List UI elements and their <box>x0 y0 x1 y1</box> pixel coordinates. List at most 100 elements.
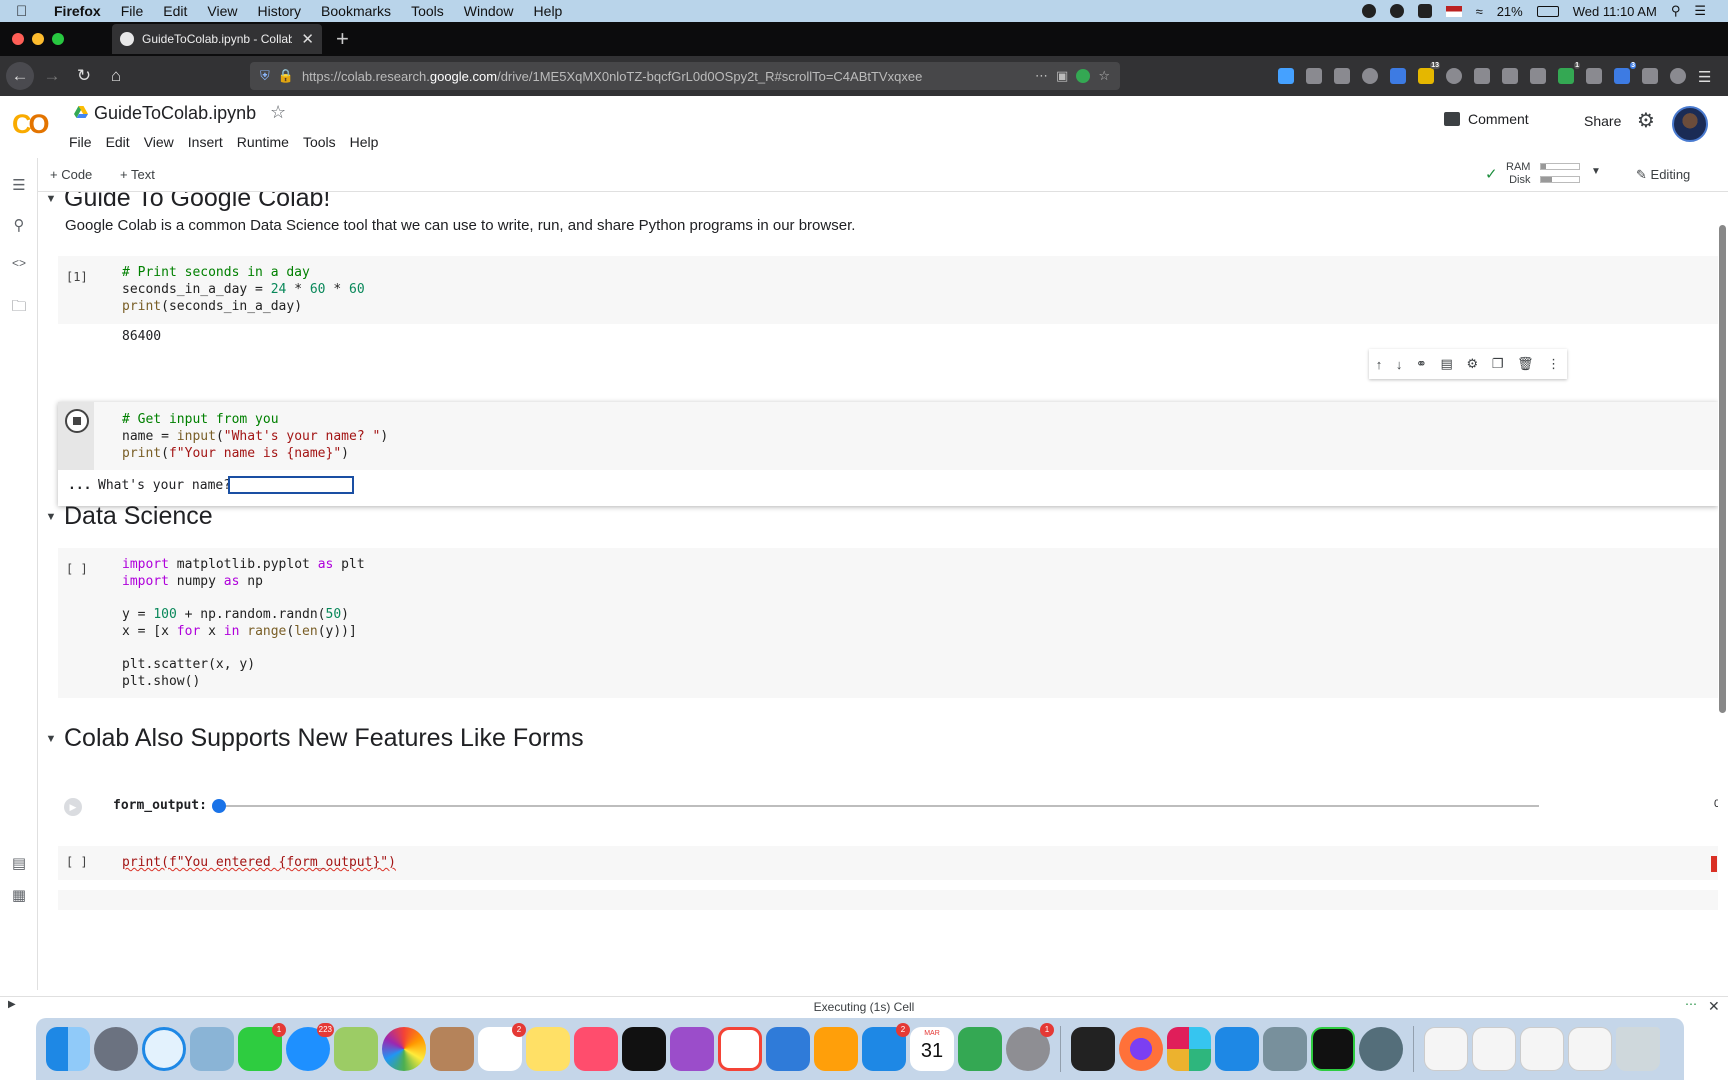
extension-cloud-icon[interactable] <box>1474 68 1490 84</box>
code-cell-scatter[interactable]: [ ] import matplotlib.pyplot as plt impo… <box>58 548 1718 698</box>
music-icon[interactable] <box>574 1027 618 1071</box>
menubar-bookmarks[interactable]: Bookmarks <box>321 3 391 19</box>
browser-tab-active[interactable]: GuideToColab.ipynb - Collabora ✕ <box>112 24 322 54</box>
form-slider-track[interactable] <box>219 805 1539 807</box>
maps-icon[interactable] <box>334 1027 378 1071</box>
messages-icon[interactable]: 223 <box>286 1027 330 1071</box>
colab-menu-help[interactable]: Help <box>350 134 379 150</box>
google-drive-icon[interactable] <box>74 106 88 118</box>
notebook-scrollbar[interactable] <box>1719 225 1726 713</box>
document-chart-icon[interactable] <box>1520 1027 1564 1071</box>
extension-green-icon[interactable] <box>1076 69 1090 83</box>
us-flag-icon[interactable] <box>1446 6 1462 17</box>
command-palette-icon[interactable]: ▤ <box>10 854 28 872</box>
add-comment-icon[interactable]: ▤ <box>1441 356 1453 372</box>
gear-icon[interactable]: ⚙ <box>1637 108 1655 133</box>
mirror-cell-icon[interactable]: ❐ <box>1492 356 1504 372</box>
pocket-icon[interactable]: ▣ <box>1056 68 1068 84</box>
colab-menu-insert[interactable]: Insert <box>188 134 223 150</box>
system-preferences-icon[interactable]: 1 <box>1006 1027 1050 1071</box>
name-input[interactable] <box>228 476 354 494</box>
extension-fd-icon[interactable] <box>1586 68 1602 84</box>
bookmark-star-icon[interactable]: ☆ <box>1098 68 1110 84</box>
collapse-section-icon[interactable]: ▼ <box>38 511 64 523</box>
table-of-contents-icon[interactable]: ☰ <box>10 176 28 194</box>
star-icon[interactable]: ☆ <box>270 102 286 123</box>
intro-text-cell[interactable]: Google Colab is a common Data Science to… <box>65 217 855 234</box>
colab-menu-file[interactable]: File <box>69 134 92 150</box>
code-cell-partial[interactable] <box>58 890 1718 910</box>
colab-menu-view[interactable]: View <box>144 134 174 150</box>
execution-status[interactable]: Executing (1s) Cell <box>0 1000 1728 1014</box>
trash-icon[interactable] <box>1616 1027 1660 1071</box>
run-cell-play-icon[interactable]: ▶ <box>64 798 82 816</box>
add-code-cell-button[interactable]: + Code <box>50 167 92 182</box>
spotlight-search-icon[interactable]: ⚲ <box>1671 3 1681 19</box>
files-folder-icon[interactable]: 🗀 <box>10 296 28 314</box>
safari-icon[interactable] <box>142 1027 186 1071</box>
colab-menu-edit[interactable]: Edit <box>106 134 130 150</box>
menubar-help[interactable]: Help <box>534 3 563 19</box>
extension-circle-icon[interactable] <box>1446 68 1462 84</box>
code-cell-seconds[interactable]: [1] # Print seconds in a day seconds_in_… <box>58 256 1718 324</box>
interrupt-execution-button[interactable] <box>65 409 89 433</box>
podcasts-icon[interactable] <box>670 1027 714 1071</box>
colab-menu-runtime[interactable]: Runtime <box>237 134 289 150</box>
pages-icon[interactable] <box>814 1027 858 1071</box>
app-store-icon[interactable]: 2 <box>862 1027 906 1071</box>
airplay-icon[interactable] <box>1418 4 1432 18</box>
account-icon[interactable] <box>1362 68 1378 84</box>
firefox-icon[interactable] <box>1119 1027 1163 1071</box>
url-bar[interactable]: ⛨ 🔒 https://colab.research.google.com/dr… <box>250 62 1120 90</box>
close-window-button[interactable] <box>12 33 24 45</box>
back-arrow-icon[interactable]: ← <box>6 62 34 90</box>
vscode-icon[interactable] <box>1215 1027 1259 1071</box>
hamburger-menu-icon[interactable]: ☰ <box>1698 68 1714 84</box>
apple-tv-icon[interactable] <box>622 1027 666 1071</box>
more-options-icon[interactable]: ⋮ <box>1547 356 1560 372</box>
notes-icon[interactable] <box>526 1027 570 1071</box>
preview-icon[interactable] <box>190 1027 234 1071</box>
terminal-app-icon[interactable] <box>1071 1027 1115 1071</box>
wifi-icon[interactable]: ≈ <box>1476 4 1483 19</box>
forward-arrow-icon[interactable]: → <box>38 62 66 90</box>
code-cell-print-form[interactable]: [ ] print(f"You entered {form_output}") <box>58 846 1718 880</box>
facetime-icon[interactable]: 1 <box>238 1027 282 1071</box>
extension-blue-icon[interactable]: 3 <box>1614 68 1630 84</box>
minimize-window-button[interactable] <box>32 33 44 45</box>
cell-settings-gear-icon[interactable]: ⚙ <box>1466 356 1478 372</box>
new-tab-icon[interactable]: + <box>336 26 349 52</box>
colab-menu-tools[interactable]: Tools <box>303 134 336 150</box>
image-capture-icon[interactable] <box>1263 1027 1307 1071</box>
menubar-tools[interactable]: Tools <box>411 3 444 19</box>
downloads-icon[interactable] <box>1278 68 1294 84</box>
comment-button[interactable]: Comment <box>1444 111 1529 127</box>
extension-green-square-icon[interactable]: 1 <box>1558 68 1574 84</box>
clock[interactable]: Wed 11:10 AM <box>1573 4 1657 19</box>
link-icon[interactable]: ⚭ <box>1416 356 1427 372</box>
terminal-icon[interactable]: ▦ <box>10 886 28 904</box>
apple-menu-icon[interactable]:  <box>16 3 38 20</box>
document-numbers-icon[interactable] <box>1424 1027 1468 1071</box>
status-more-icon[interactable]: ⋯ <box>1685 997 1697 1011</box>
reload-icon[interactable]: ↻ <box>70 62 98 90</box>
url-text[interactable]: https://colab.research.google.com/drive/… <box>302 69 1027 84</box>
document-pdf-icon[interactable] <box>1472 1027 1516 1071</box>
calendar-icon[interactable]: MAR 31 <box>910 1027 954 1071</box>
menubar-history[interactable]: History <box>257 3 301 19</box>
numbers-icon[interactable] <box>958 1027 1002 1071</box>
library-icon[interactable] <box>1306 68 1322 84</box>
code-cell-input-active[interactable]: # Get input from you name = input("What'… <box>58 402 1718 506</box>
move-cell-down-icon[interactable]: ↓ <box>1396 357 1403 372</box>
battery-icon[interactable] <box>1537 6 1559 17</box>
collapse-section-icon[interactable]: ▼ <box>38 733 64 745</box>
output-more-icon[interactable]: ... <box>68 478 91 493</box>
quicktime-icon[interactable] <box>1359 1027 1403 1071</box>
activity-monitor-icon[interactable] <box>1311 1027 1355 1071</box>
creative-cloud-icon[interactable] <box>1390 4 1404 18</box>
menubar-window[interactable]: Window <box>464 3 514 19</box>
extension-grid-icon[interactable] <box>1530 68 1546 84</box>
finder-icon[interactable] <box>46 1027 90 1071</box>
status-close-icon[interactable]: ✕ <box>1708 998 1720 1015</box>
code-snippets-icon[interactable]: <> <box>10 256 28 274</box>
